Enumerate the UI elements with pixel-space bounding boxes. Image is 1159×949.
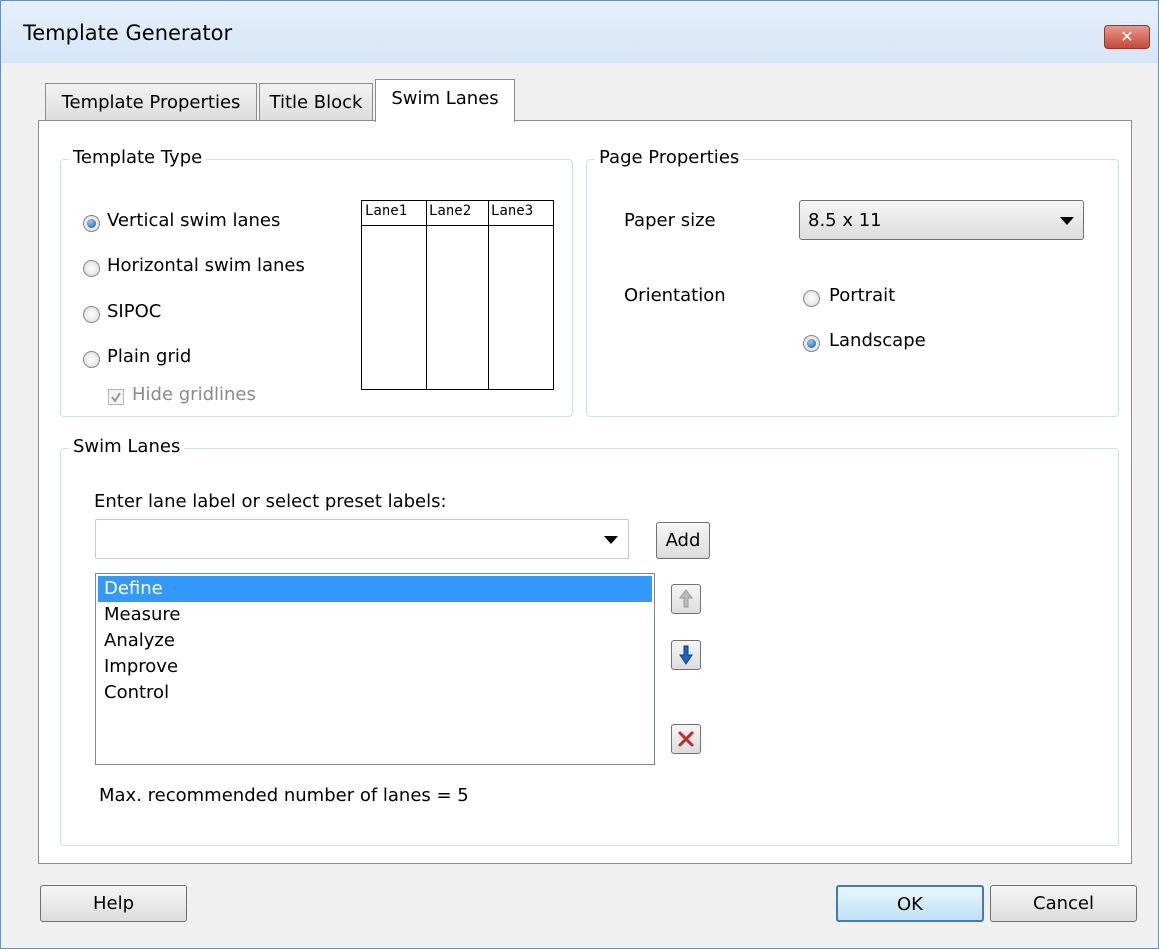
list-item[interactable]: Analyze xyxy=(98,628,652,654)
tab-label: Title Block xyxy=(269,92,363,113)
cancel-button-label: Cancel xyxy=(1033,893,1094,914)
list-item[interactable]: Define xyxy=(98,576,652,602)
orientation-label: Orientation xyxy=(624,285,726,306)
max-lanes-note: Max. recommended number of lanes = 5 xyxy=(99,785,469,806)
template-type-legend: Template Type xyxy=(69,147,207,168)
sipoc-label[interactable]: SIPOC xyxy=(107,301,161,322)
portrait-radio[interactable] xyxy=(803,290,820,307)
page-properties-group: Page Properties Paper size 8.5 x 11 Orie… xyxy=(586,147,1119,417)
preview-lane-label: Lane3 xyxy=(491,203,534,219)
tab-swim-lanes[interactable]: Swim Lanes xyxy=(375,79,515,122)
lane-prompt: Enter lane label or select preset labels… xyxy=(94,491,447,512)
tab-title-block[interactable]: Title Block xyxy=(259,83,373,121)
cancel-button[interactable]: Cancel xyxy=(990,885,1137,922)
paper-size-select[interactable]: 8.5 x 11 xyxy=(799,200,1084,240)
plain-grid-radio[interactable] xyxy=(83,351,100,368)
portrait-label[interactable]: Portrait xyxy=(829,285,895,306)
tab-label: Template Properties xyxy=(61,92,241,113)
chevron-down-icon xyxy=(1060,217,1074,225)
paper-size-value: 8.5 x 11 xyxy=(808,210,882,231)
horizontal-lanes-radio[interactable] xyxy=(83,260,100,277)
template-type-group: Template Type Vertical swim lanes Horizo… xyxy=(60,147,573,417)
swim-lanes-group: Swim Lanes Enter lane label or select pr… xyxy=(60,436,1119,846)
dialog-window: Template Generator ✕ Template Properties… xyxy=(0,0,1159,949)
swim-lanes-legend: Swim Lanes xyxy=(69,436,185,457)
sipoc-radio[interactable] xyxy=(83,306,100,323)
arrow-down-icon xyxy=(679,645,693,665)
tab-template-properties[interactable]: Template Properties xyxy=(45,83,257,121)
window-title: Template Generator xyxy=(23,21,233,45)
horizontal-lanes-label[interactable]: Horizontal swim lanes xyxy=(107,255,305,276)
hide-gridlines-label: Hide gridlines xyxy=(132,384,256,405)
chevron-down-icon xyxy=(604,536,618,544)
title-bar[interactable]: Template Generator ✕ xyxy=(1,1,1158,63)
add-button-label: Add xyxy=(665,530,701,551)
close-icon: ✕ xyxy=(1120,27,1134,46)
tab-panel: Template Type Vertical swim lanes Horizo… xyxy=(38,120,1132,864)
lane-preview: Lane1 Lane2 Lane3 xyxy=(361,200,554,390)
help-button-label: Help xyxy=(92,893,135,914)
list-item[interactable]: Measure xyxy=(98,602,652,628)
arrow-up-icon xyxy=(679,589,693,608)
move-down-button[interactable] xyxy=(671,640,701,670)
move-up-button[interactable] xyxy=(671,584,701,614)
preview-lane-label: Lane1 xyxy=(365,203,408,219)
landscape-label[interactable]: Landscape xyxy=(829,330,926,351)
ok-button-label: OK xyxy=(897,894,923,915)
page-properties-legend: Page Properties xyxy=(595,147,744,168)
lane-label-combobox[interactable] xyxy=(95,519,629,559)
add-button[interactable]: Add xyxy=(656,522,710,559)
list-item[interactable]: Control xyxy=(98,680,652,706)
hide-gridlines-checkbox[interactable] xyxy=(108,389,124,405)
vertical-lanes-radio[interactable] xyxy=(83,215,100,232)
vertical-lanes-label[interactable]: Vertical swim lanes xyxy=(107,210,280,231)
plain-grid-label[interactable]: Plain grid xyxy=(107,346,191,367)
paper-size-label: Paper size xyxy=(624,210,716,231)
close-button[interactable]: ✕ xyxy=(1104,25,1150,49)
help-button[interactable]: Help xyxy=(40,885,187,922)
landscape-radio[interactable] xyxy=(803,335,820,352)
list-item[interactable]: Improve xyxy=(98,654,652,680)
delete-lane-button[interactable] xyxy=(671,724,701,754)
preview-lane-label: Lane2 xyxy=(429,203,472,219)
tab-label: Swim Lanes xyxy=(391,88,499,109)
delete-icon xyxy=(678,731,694,747)
lane-list[interactable]: Define Measure Analyze Improve Control xyxy=(95,573,655,765)
ok-button[interactable]: OK xyxy=(836,885,984,922)
check-icon xyxy=(111,392,121,403)
